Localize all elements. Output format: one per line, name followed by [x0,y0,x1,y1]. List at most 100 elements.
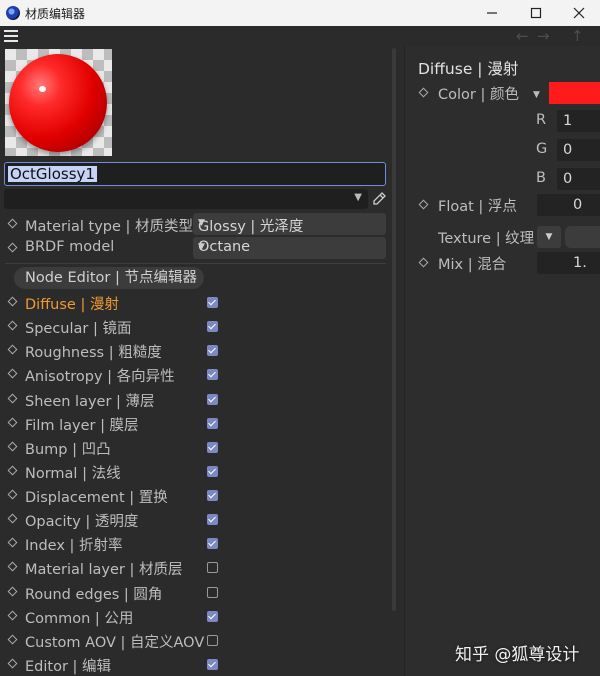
animate-diamond-icon[interactable] [7,417,18,428]
r-value-field[interactable]: 1 [557,110,600,132]
channel-label[interactable]: Round edges | 圆角 [25,583,162,604]
minimize-button[interactable] [470,0,514,26]
channel-label[interactable]: Common | 公用 [25,607,133,628]
animate-diamond-icon[interactable] [7,489,18,500]
close-button[interactable] [557,0,600,26]
animate-diamond-icon[interactable] [7,465,18,476]
float-label: Float | 浮点 [438,199,517,215]
channel-row[interactable]: Sheen layer | 薄层 [0,387,230,411]
channel-row[interactable]: Anisotropy | 各向异性 [0,362,230,386]
animate-diamond-icon[interactable] [7,561,18,572]
eyedropper-icon[interactable] [371,191,387,207]
animate-diamond-icon[interactable] [418,257,429,268]
channel-row[interactable]: Material layer | 材质层 [0,555,230,579]
window-title: 材质编辑器 [25,7,86,21]
channel-checkbox[interactable] [207,538,218,550]
chevron-down-icon[interactable]: ▼ [533,90,540,100]
channel-checkbox[interactable] [207,465,218,477]
brdf-model-dropdown[interactable]: Octane ▼ [193,237,386,259]
chevron-down-icon[interactable]: ▼ [354,192,362,203]
channel-row[interactable]: Displacement | 置换 [0,483,230,507]
channel-label[interactable]: Film layer | 膜层 [25,414,139,435]
channel-row[interactable]: Round edges | 圆角 [0,580,230,604]
material-sub-field[interactable]: ▼ [4,189,368,209]
animate-diamond-icon[interactable] [7,586,18,596]
channel-row[interactable]: Custom AOV | 自定义AOV [0,628,230,652]
animate-diamond-icon[interactable] [7,368,18,379]
channel-row[interactable]: Common | 公用 [0,604,230,628]
texture-slot[interactable] [565,226,600,248]
animate-diamond-icon[interactable] [7,393,18,403]
float-value-field[interactable]: 0 [537,194,600,216]
animate-diamond-icon[interactable] [7,296,18,307]
mix-value-field[interactable]: 1. [537,252,600,274]
channel-label[interactable]: Opacity | 透明度 [25,510,138,531]
channel-checkbox[interactable] [207,321,218,333]
watermark: 知乎 @狐尊设计 [455,645,580,665]
b-label: B [536,170,546,186]
animate-diamond-icon[interactable] [7,537,18,548]
channel-checkbox[interactable] [207,441,218,453]
channel-checkbox[interactable] [207,417,218,429]
material-preview[interactable] [5,49,112,156]
material-type-dropdown[interactable]: Glossy | 光泽度 ▼ [193,213,386,235]
channel-label[interactable]: Custom AOV | 自定义AOV [25,631,204,652]
node-editor-button[interactable]: Node Editor | 节点编辑器 [14,267,204,289]
animate-diamond-icon[interactable] [418,87,429,98]
animate-diamond-icon[interactable] [7,218,18,229]
animate-diamond-icon[interactable] [7,344,18,355]
material-name-input[interactable]: OctGlossy1 [4,162,386,186]
vertical-scrollbar[interactable] [392,48,396,611]
channel-checkbox[interactable] [207,586,218,598]
channel-row[interactable]: Normal | 法线 [0,459,230,483]
up-arrow-icon[interactable]: ↑ [571,27,584,45]
channel-checkbox[interactable] [207,562,218,574]
texture-menu-button[interactable]: ▼ [537,226,561,248]
channel-label[interactable]: Material layer | 材质层 [25,558,183,579]
animate-diamond-icon[interactable] [7,320,18,331]
channel-label[interactable]: Bump | 凹凸 [25,438,111,459]
color-swatch[interactable] [549,82,600,104]
channel-checkbox[interactable] [207,634,218,646]
maximize-button[interactable] [514,0,558,26]
channel-label[interactable]: Sheen layer | 薄层 [25,390,155,411]
channel-row[interactable]: Film layer | 膜层 [0,411,230,435]
channel-label[interactable]: Normal | 法线 [25,462,121,483]
channel-row[interactable]: Bump | 凹凸 [0,435,230,459]
channel-checkbox[interactable] [207,393,218,405]
channel-label[interactable]: Specular | 镜面 [25,317,131,338]
animate-diamond-icon[interactable] [7,610,18,621]
channel-checkbox[interactable] [207,610,218,622]
channel-checkbox[interactable] [207,490,218,502]
b-value-field[interactable]: 0 [557,168,600,190]
channel-row[interactable]: Specular | 镜面 [0,314,230,338]
forward-arrow-icon[interactable]: → [537,27,550,45]
animate-diamond-icon[interactable] [418,199,429,210]
channel-label[interactable]: Diffuse | 漫射 [25,293,119,314]
animate-diamond-icon[interactable] [7,634,18,645]
hamburger-menu-icon[interactable] [4,30,18,42]
channel-row[interactable]: Diffuse | 漫射 [0,290,230,314]
channel-checkbox[interactable] [207,345,218,357]
animate-diamond-icon[interactable] [7,658,18,669]
channel-label[interactable]: Editor | 编辑 [25,655,111,676]
maximize-icon [530,7,542,19]
channel-row[interactable]: Opacity | 透明度 [0,507,230,531]
animate-diamond-icon[interactable] [7,441,18,452]
animate-diamond-icon[interactable] [7,513,18,524]
channel-label[interactable]: Anisotropy | 各向异性 [25,365,175,386]
channel-checkbox[interactable] [207,514,218,526]
channel-checkbox[interactable] [207,297,218,308]
channel-row[interactable]: Roughness | 粗糙度 [0,338,230,362]
channel-label[interactable]: Displacement | 置换 [25,486,168,507]
animate-diamond-icon[interactable] [7,242,18,253]
channel-row[interactable]: Index | 折射率 [0,531,230,555]
back-arrow-icon[interactable]: ← [516,27,529,45]
channel-label[interactable]: Index | 折射率 [25,534,123,555]
channel-checkbox[interactable] [207,658,218,670]
channel-row[interactable]: Editor | 编辑 [0,652,230,676]
preview-sphere [9,54,107,152]
g-value-field[interactable]: 0 [557,139,600,161]
channel-checkbox[interactable] [207,369,218,381]
channel-label[interactable]: Roughness | 粗糙度 [25,341,162,362]
